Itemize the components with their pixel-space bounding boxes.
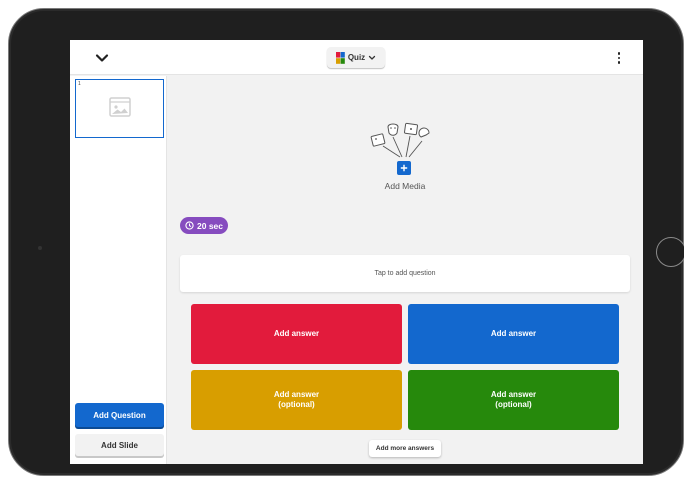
image-placeholder-icon — [109, 97, 131, 117]
time-limit-badge[interactable]: 20 sec — [180, 217, 228, 234]
answer-option-4[interactable]: Add answer (optional) — [408, 370, 619, 430]
chevron-down-icon — [369, 55, 376, 60]
slide-thumbnail[interactable]: 1 — [75, 79, 164, 138]
tablet-frame: Quiz 1 Add Question Add Slide Add Media … — [8, 8, 684, 476]
answer-option-1[interactable]: Add answer — [191, 304, 402, 364]
quiz-type-icon — [335, 51, 345, 64]
more-options-icon[interactable] — [613, 49, 625, 67]
answer-option-2[interactable]: Add answer — [408, 304, 619, 364]
question-type-selector[interactable]: Quiz — [327, 47, 385, 68]
home-button[interactable] — [656, 237, 684, 267]
top-bar: Quiz — [70, 40, 643, 75]
add-more-answers-button[interactable]: Add more answers — [369, 440, 441, 457]
time-limit-value: 20 sec — [197, 220, 223, 231]
add-media-button[interactable] — [397, 161, 411, 175]
app-screen: Quiz 1 Add Question Add Slide Add Media … — [70, 40, 643, 464]
clock-icon — [185, 221, 194, 230]
front-camera — [38, 246, 42, 250]
question-input[interactable]: Tap to add question — [180, 255, 630, 292]
plus-icon — [400, 164, 408, 172]
slide-number: 1 — [78, 81, 81, 87]
add-media-label: Add Media — [384, 181, 426, 191]
add-slide-button[interactable]: Add Slide — [75, 434, 164, 456]
add-question-button[interactable]: Add Question — [75, 403, 164, 427]
collapse-chevron-icon[interactable] — [94, 50, 110, 66]
media-illustration-icon — [370, 122, 430, 158]
question-type-label: Quiz — [347, 53, 366, 62]
slide-sidebar: 1 Add Question Add Slide — [70, 76, 167, 464]
answer-option-3[interactable]: Add answer (optional) — [191, 370, 402, 430]
